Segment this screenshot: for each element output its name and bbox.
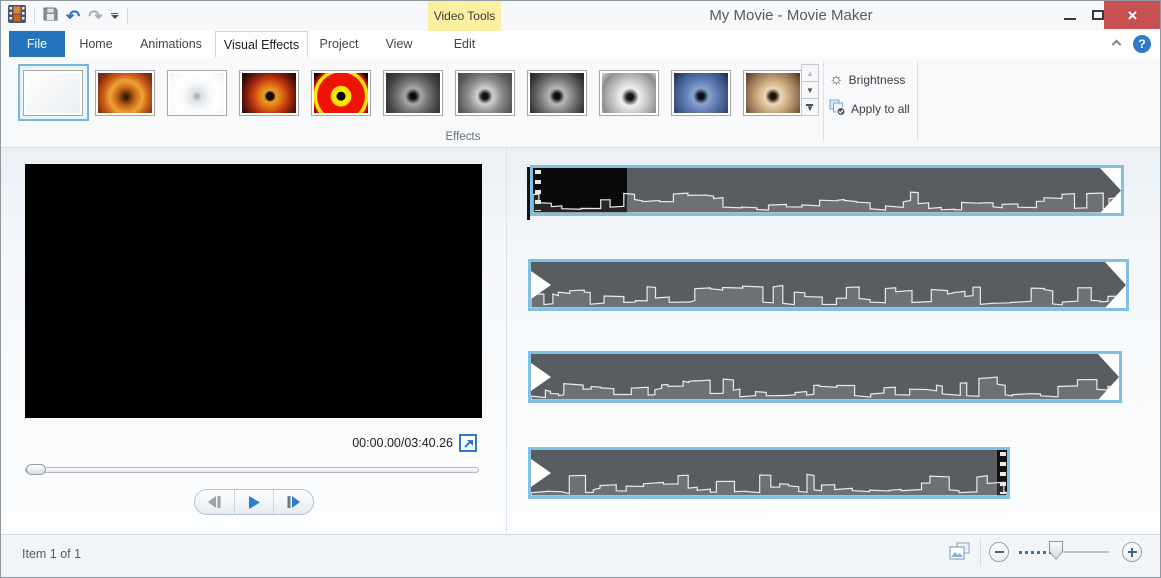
- close-icon: ×: [1128, 7, 1138, 24]
- gallery-scrollbar: ▲ ▼ ▼: [801, 65, 819, 116]
- help-button[interactable]: ?: [1133, 35, 1151, 53]
- window-title: My Movie - Movie Maker: [641, 7, 941, 24]
- tab-home[interactable]: Home: [65, 31, 127, 57]
- gallery-scroll-up-button[interactable]: ▲: [801, 64, 819, 82]
- tab-visual-effects[interactable]: Visual Effects: [215, 31, 308, 57]
- collapse-ribbon-button[interactable]: [1113, 41, 1123, 49]
- brightness-sun-icon: ☼: [829, 72, 844, 88]
- thumbnail-view-icon: [949, 542, 971, 562]
- gallery-scroll-down-button[interactable]: ▼: [801, 81, 819, 99]
- close-button[interactable]: ×: [1104, 1, 1161, 29]
- effect-thumbnail[interactable]: [455, 70, 515, 116]
- zoom-in-button[interactable]: [1122, 542, 1142, 562]
- ribbon-separator: [823, 61, 824, 141]
- triangle-down-icon: ▼: [806, 86, 814, 95]
- play-icon: [246, 495, 262, 510]
- effect-thumbnail[interactable]: [383, 70, 443, 116]
- effect-thumbnail[interactable]: [527, 70, 587, 116]
- effect-thumbnail[interactable]: [167, 70, 227, 116]
- seek-slider-track[interactable]: [25, 467, 479, 473]
- timeline-clip-row-4[interactable]: [528, 447, 1010, 499]
- zoom-slider-track-left[interactable]: [1019, 551, 1053, 554]
- pane-divider: [506, 148, 507, 534]
- customize-qat-dropdown-icon[interactable]: [111, 13, 119, 20]
- timeline-clip-row-3[interactable]: [528, 351, 1122, 403]
- ribbon: ▲ ▼ ▼ Effects ☼ Brightness Apply to all: [1, 57, 1160, 148]
- effect-thumbnail[interactable]: [95, 70, 155, 116]
- timecode: 00:00.00/03:40.26: [281, 436, 453, 450]
- content-area: 00:00.00/03:40.26: [1, 148, 1160, 534]
- ribbon-tabs: File Home Animations Visual Effects Proj…: [9, 31, 501, 57]
- item-count-label: Item 1 of 1: [22, 547, 81, 561]
- statusbar-separator: [980, 540, 981, 566]
- seek-slider-thumb[interactable]: [26, 464, 46, 475]
- effect-thumbnail[interactable]: [311, 70, 371, 116]
- status-bar: Item 1 of 1: [1, 534, 1160, 578]
- transport-controls: [194, 489, 314, 515]
- apply-to-all-label: Apply to all: [851, 102, 910, 116]
- triangle-up-icon: ▲: [806, 69, 814, 78]
- audio-waveform: [533, 187, 1121, 213]
- movie-maker-window: ↶ ↷ Video Tools My Movie - Movie Maker ×…: [0, 0, 1161, 578]
- tab-edit[interactable]: Edit: [428, 31, 501, 57]
- apply-to-all-button[interactable]: Apply to all: [829, 98, 910, 120]
- title-bar: ↶ ↷ Video Tools My Movie - Movie Maker ×: [1, 1, 1160, 31]
- effects-group-label: Effects: [413, 131, 513, 143]
- zoom-out-button[interactable]: [989, 542, 1009, 562]
- tab-file[interactable]: File: [9, 31, 65, 57]
- timeline-clip-row-1[interactable]: [530, 165, 1124, 216]
- redo-icon[interactable]: ↷: [88, 8, 102, 25]
- clip-continuation-notch: [531, 363, 551, 391]
- effect-thumbnail[interactable]: [599, 70, 659, 116]
- minimize-button[interactable]: [1057, 3, 1083, 27]
- app-icon[interactable]: [8, 5, 26, 28]
- effects-gallery: [17, 64, 809, 121]
- minimize-icon: [1064, 18, 1076, 20]
- gallery-more-button[interactable]: ▼: [801, 98, 819, 116]
- quick-access-toolbar: ↶ ↷: [8, 1, 128, 31]
- effect-thumbnail-selected[interactable]: [18, 64, 89, 121]
- apply-to-all-icon: [829, 99, 846, 119]
- zoom-slider-thumb[interactable]: [1049, 541, 1063, 560]
- fullscreen-arrow-icon: [462, 437, 475, 450]
- chevron-up-icon: [1112, 40, 1122, 50]
- clip-continuation-notch: [531, 271, 551, 299]
- gallery-more-icon: ▼: [806, 102, 814, 112]
- audio-waveform: [531, 470, 1007, 496]
- previous-frame-icon: [205, 495, 223, 509]
- fullscreen-button[interactable]: [459, 434, 477, 452]
- play-button[interactable]: [234, 490, 274, 514]
- next-frame-icon: [285, 495, 303, 509]
- tab-project[interactable]: Project: [308, 31, 370, 57]
- maximize-icon: [1092, 10, 1104, 20]
- brightness-button[interactable]: ☼ Brightness: [829, 69, 905, 91]
- qat-separator: [34, 8, 35, 24]
- effect-thumbnail[interactable]: [239, 70, 299, 116]
- zoom-slider-track-right[interactable]: [1063, 551, 1109, 553]
- tab-animations[interactable]: Animations: [127, 31, 215, 57]
- timeline-clip-row-2[interactable]: [528, 259, 1129, 311]
- video-preview: [25, 164, 482, 418]
- brightness-label: Brightness: [849, 73, 906, 87]
- effect-thumbnail[interactable]: [671, 70, 731, 116]
- ribbon-separator: [917, 61, 918, 141]
- effect-thumbnail[interactable]: [743, 70, 803, 116]
- undo-icon[interactable]: ↶: [66, 8, 80, 25]
- qat-separator: [127, 8, 128, 24]
- audio-waveform: [531, 374, 1119, 400]
- contextual-tab-header: Video Tools: [428, 1, 501, 31]
- tab-view[interactable]: View: [370, 31, 428, 57]
- next-frame-button[interactable]: [273, 490, 313, 514]
- clip-continuation-notch: [531, 459, 551, 487]
- minus-icon: [995, 551, 1004, 553]
- audio-waveform: [531, 282, 1126, 308]
- thumbnail-view-button[interactable]: [948, 541, 972, 563]
- help-icon: ?: [1138, 37, 1145, 51]
- previous-frame-button[interactable]: [195, 490, 234, 514]
- save-icon[interactable]: [43, 6, 58, 26]
